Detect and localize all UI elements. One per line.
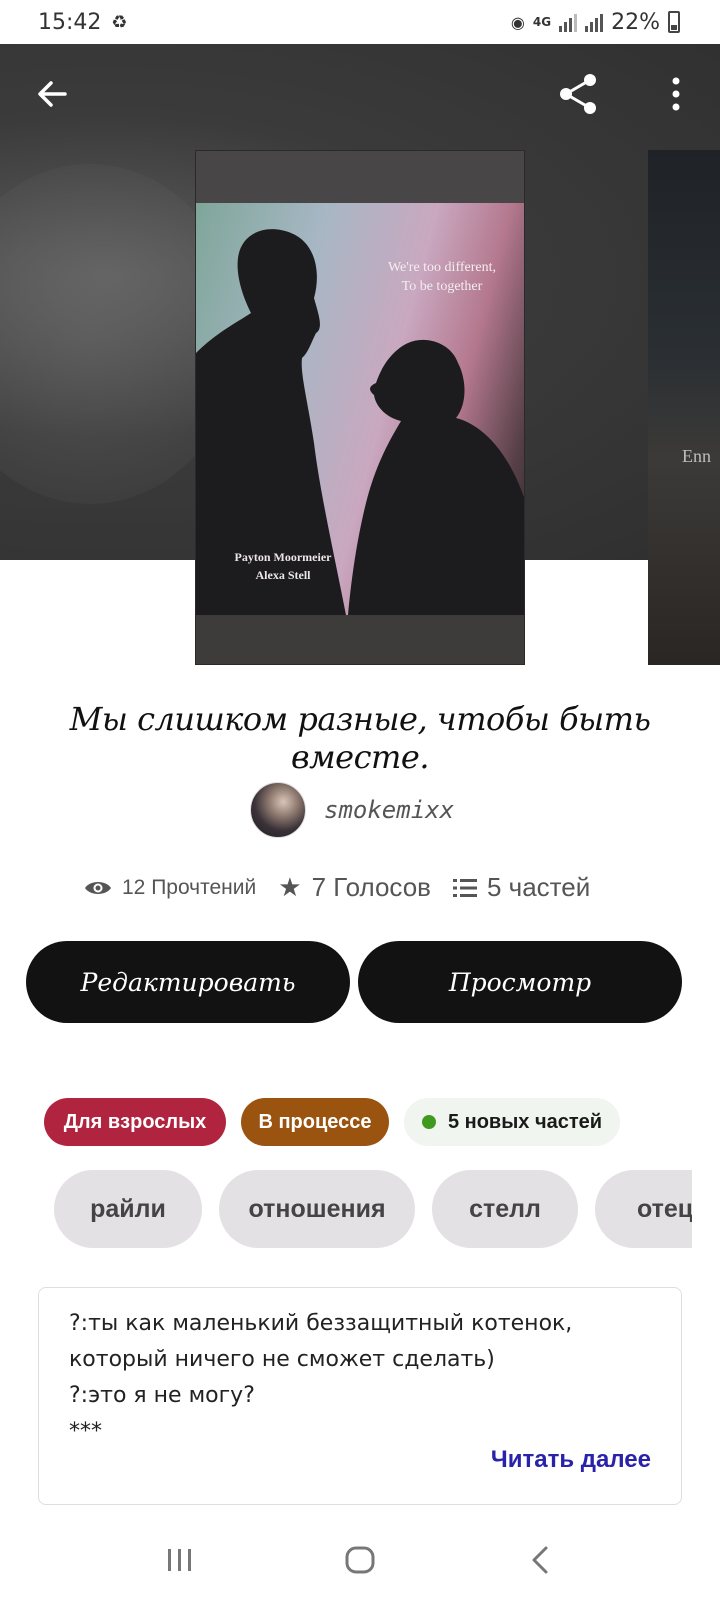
- status-bar: 15:42 ♻ ◉ 4G 22%: [0, 0, 720, 44]
- cover-art: We're too different, To be together Payt…: [196, 203, 524, 615]
- description-line: ?:это я не могу?: [69, 1383, 255, 1408]
- description-text: ?:ты как маленький беззащитный котенок, …: [69, 1306, 572, 1450]
- description-line: ?:ты как маленький беззащитный котенок,: [69, 1311, 573, 1336]
- edit-button[interactable]: Редактировать: [26, 941, 350, 1023]
- signal-icon-2: [585, 12, 604, 32]
- cover-quote-line2: To be together: [401, 279, 483, 294]
- mature-badge: Для взрослых: [44, 1098, 226, 1146]
- home-icon: [345, 1546, 375, 1574]
- tag-chip[interactable]: отношения: [219, 1170, 415, 1248]
- cover-name-2: Alexa Stell: [255, 568, 311, 582]
- cover-quote-line1: We're too different,: [387, 260, 496, 275]
- more-options-button[interactable]: [648, 66, 704, 122]
- next-cover-text: Enn: [682, 446, 711, 466]
- tag-list: райли отношения стелл отец: [54, 1170, 692, 1248]
- author-link[interactable]: smokemixx: [250, 782, 454, 838]
- status-time: 15:42: [38, 9, 102, 35]
- system-nav-bar: [0, 1520, 720, 1600]
- signal-icon: [559, 12, 578, 32]
- more-vertical-icon: [672, 77, 680, 111]
- votes-stat: ★ 7 Голосов: [278, 872, 431, 903]
- cover-names: Payton Moormeier Alexa Stell: [218, 548, 348, 584]
- cover-bottom-band: [196, 615, 524, 664]
- star-icon: ★: [278, 872, 302, 902]
- notification-icon: ♻: [111, 11, 128, 33]
- reads-stat: 12 Прочтений: [84, 876, 256, 900]
- eye-icon: [85, 881, 111, 894]
- votes-count: 7 Голосов: [311, 872, 431, 902]
- reads-count: 12 Прочтений: [122, 875, 257, 899]
- author-avatar[interactable]: [250, 782, 306, 838]
- parts-count: 5 частей: [486, 872, 591, 902]
- new-parts-dot: [421, 1115, 436, 1129]
- preview-button[interactable]: Просмотр: [358, 941, 682, 1023]
- share-icon: [560, 74, 596, 114]
- back-nav-button[interactable]: [510, 1530, 570, 1590]
- new-parts-label: 5 новых частей: [447, 1110, 603, 1133]
- story-cover[interactable]: We're too different, To be together Payt…: [195, 150, 525, 665]
- back-chevron-icon: [532, 1546, 548, 1574]
- parts-stat[interactable]: 5 частей: [452, 872, 591, 903]
- recent-apps-button[interactable]: [150, 1530, 210, 1590]
- back-arrow-icon: [38, 81, 67, 107]
- cover-name-1: Payton Moormeier: [234, 550, 332, 564]
- battery-percent: 22%: [611, 9, 660, 35]
- story-title: Мы слишком разные, чтобы быть вместе.: [69, 700, 651, 776]
- share-button[interactable]: [550, 66, 606, 122]
- next-story-cover[interactable]: Enn: [648, 150, 720, 665]
- story-description[interactable]: ?:ты как маленький беззащитный котенок, …: [38, 1287, 682, 1505]
- new-parts-badge: 5 новых частей: [404, 1098, 620, 1146]
- network-type: 4G: [532, 15, 552, 29]
- tag-chip[interactable]: отец: [595, 1170, 692, 1248]
- description-line: который ничего не сможет сделать): [69, 1347, 495, 1372]
- tag-chip[interactable]: райли: [54, 1170, 202, 1248]
- read-more-link[interactable]: Читать далее: [491, 1446, 651, 1474]
- cover-quote: We're too different, To be together: [388, 258, 496, 296]
- author-name[interactable]: smokemixx: [324, 796, 454, 824]
- back-button[interactable]: [24, 66, 80, 122]
- cover-top-band: [196, 151, 524, 203]
- recent-apps-icon: [168, 1549, 191, 1571]
- home-button[interactable]: [330, 1530, 390, 1590]
- battery-icon: [668, 11, 680, 33]
- list-icon: [452, 878, 477, 897]
- ongoing-badge: В процессе: [241, 1098, 389, 1146]
- alarm-icon: ◉: [510, 12, 525, 32]
- tag-chip[interactable]: стелл: [432, 1170, 578, 1248]
- story-stats: 12 Прочтений ★ 7 Голосов 5 частей: [84, 872, 612, 903]
- description-line: ***: [69, 1419, 102, 1444]
